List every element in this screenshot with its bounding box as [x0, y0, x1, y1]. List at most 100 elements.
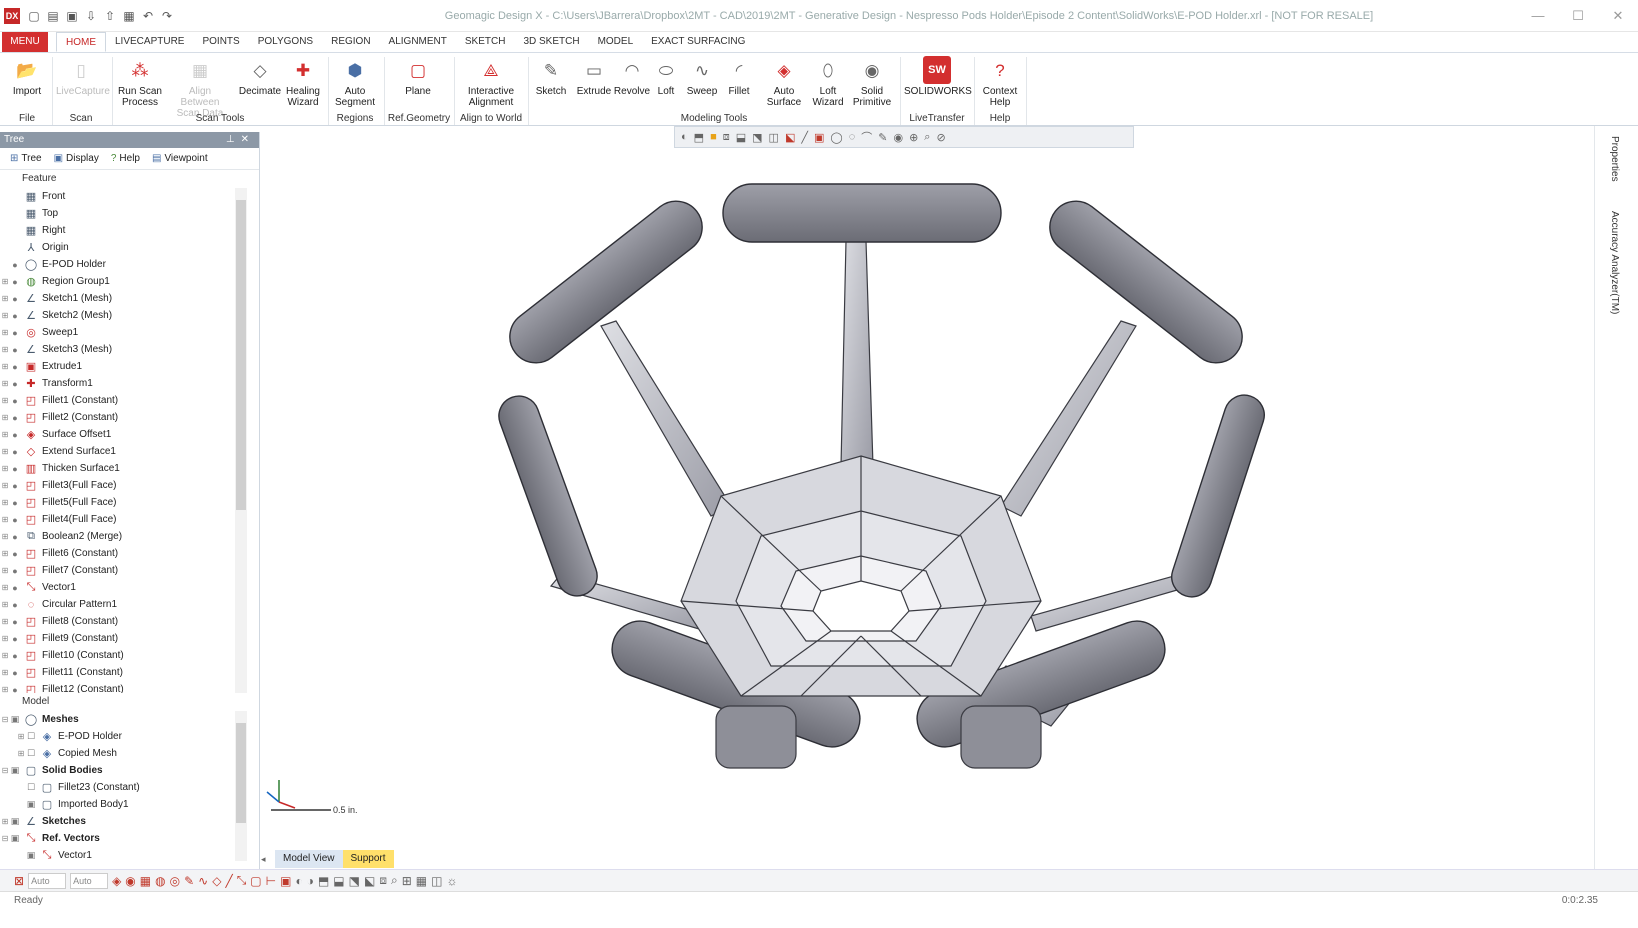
decimate-button[interactable]: ◇ Decimate [238, 56, 282, 98]
select-vertex-icon[interactable]: ◇ [212, 874, 221, 888]
run-scan-process-button[interactable]: ⁂ Run Scan Process [116, 56, 164, 109]
tree-item[interactable]: ⊞ ● ◰ Fillet5(Full Face) [0, 494, 259, 511]
tab-alignment[interactable]: ALIGNMENT [380, 32, 456, 52]
folder-icon[interactable]: ▦ [121, 8, 137, 24]
undo-icon[interactable]: ↶ [140, 8, 156, 24]
revolve-button[interactable]: ◠ Revolve [612, 56, 652, 98]
properties-tab[interactable]: Properties [1609, 136, 1620, 182]
tab-support[interactable]: Support [342, 850, 394, 868]
3d-viewport[interactable]: ◐ ⬒ ■ ⧈ ⬓ ⬔ ◫ ⬕ ╱ ▣ ◯ ◌ ⌒ ✎ ◉ ⊕ ⌕ ⊘ 0.5 … [261, 126, 1594, 869]
subtab-display[interactable]: ▣ Display [48, 153, 105, 164]
view-right-icon[interactable]: ⬓ [333, 874, 344, 888]
lighting-icon[interactable]: ☼ [446, 874, 457, 888]
filter-select-1[interactable]: Auto [28, 872, 67, 889]
selection-mode-icon[interactable]: ⊠ [14, 874, 24, 888]
tree-item[interactable]: ⊞ ● ⤡ Vector1 [0, 579, 259, 596]
app-logo[interactable]: DX [4, 8, 20, 24]
tree-item[interactable]: ▦ Front [0, 188, 259, 205]
view-front-icon[interactable]: ◐ [295, 874, 302, 888]
tab-livecapture[interactable]: LIVECAPTURE [106, 32, 193, 52]
tree-item[interactable]: ⊞ ● ◌ Circular Pattern1 [0, 596, 259, 613]
view-top-icon[interactable]: ⬔ [349, 874, 360, 888]
tree-item[interactable]: ⊞ ● ◰ Fillet4(Full Face) [0, 511, 259, 528]
select-point-icon[interactable]: ◍ [155, 874, 165, 888]
subtab-viewpoint[interactable]: ▤ Viewpoint [146, 153, 214, 164]
tree-item[interactable]: ⊞ ● ∠ Sketch2 (Mesh) [0, 307, 259, 324]
tree-item[interactable]: ⊞ ● ◰ Fillet1 (Constant) [0, 392, 259, 409]
tab-home[interactable]: HOME [56, 32, 106, 52]
livecapture-button[interactable]: ▯ LiveCapture [56, 56, 110, 98]
tree-item[interactable]: ⊞ ☐ ◈ E-POD Holder [0, 728, 259, 745]
tab-model-view[interactable]: Model View [275, 850, 343, 868]
tab-region[interactable]: REGION [322, 32, 379, 52]
tab-model[interactable]: MODEL [589, 32, 643, 52]
tree-item[interactable]: ● ◯ E-POD Holder [0, 256, 259, 273]
tab-3d-sketch[interactable]: 3D SKETCH [514, 32, 588, 52]
tree-item[interactable]: ⊞ ● ◰ Fillet9 (Constant) [0, 630, 259, 647]
select-vector-icon[interactable]: ⤡ [237, 873, 247, 888]
new-file-icon[interactable]: ▢ [26, 8, 42, 24]
view-back-icon[interactable]: ◑ [307, 874, 314, 888]
tab-polygons[interactable]: POLYGONS [249, 32, 322, 52]
panel-close-icon[interactable]: ✕ [241, 134, 255, 145]
redo-icon[interactable]: ↷ [159, 8, 175, 24]
display-icon[interactable]: ◫ [431, 874, 442, 888]
tab-scroll-left-icon[interactable]: ◂ [261, 854, 275, 865]
zoom-fit-icon[interactable]: ⌕ [391, 873, 398, 888]
tree-item[interactable]: ⊞ ● ◰ Fillet3(Full Face) [0, 477, 259, 494]
tree-item[interactable]: ⊞ ● ◍ Region Group1 [0, 273, 259, 290]
model-render[interactable]: 0.5 in. [261, 126, 1594, 869]
tree-item[interactable]: ⊞ ☐ ◈ Copied Mesh [0, 745, 259, 762]
tree-item[interactable]: ⊞ ● ◰ Fillet2 (Constant) [0, 409, 259, 426]
close-icon[interactable]: ✕ [1598, 0, 1638, 32]
tree-item[interactable]: ⊞ ● ◈ Surface Offset1 [0, 426, 259, 443]
measure-icon[interactable]: ⊞ [402, 874, 412, 888]
sketch-button[interactable]: ✎ Sketch [532, 56, 570, 98]
view-bottom-icon[interactable]: ⬕ [364, 874, 375, 888]
interactive-alignment-button[interactable]: ⟁ Interactive Alignment [458, 56, 524, 109]
tree-item[interactable]: ⊟ ▣ ⤡ Ref. Vectors [0, 830, 259, 847]
tree-item[interactable]: ⊞ ● ◰ Fillet12 (Constant) [0, 681, 259, 693]
select-sketch-icon[interactable]: ✎ [184, 874, 194, 888]
tree-item[interactable]: ⊞ ● ◎ Sweep1 [0, 324, 259, 341]
tree-item[interactable]: ☐ ▢ Fillet23 (Constant) [0, 779, 259, 796]
tree-item[interactable]: ⊞ ● ∠ Sketch1 (Mesh) [0, 290, 259, 307]
tree-item[interactable]: ⊞ ● ◇ Extend Surface1 [0, 443, 259, 460]
tree-item[interactable]: ⊞ ● ◰ Fillet11 (Constant) [0, 664, 259, 681]
select-axis-icon[interactable]: ⊢ [266, 874, 276, 888]
tree-item[interactable]: ▦ Right [0, 222, 259, 239]
tree-item[interactable]: ⊟ ▣ ◯ Meshes [0, 711, 259, 728]
sweep-button[interactable]: ∿ Sweep [684, 56, 720, 98]
tree-item[interactable]: ⅄ Origin [0, 239, 259, 256]
filter-select-2[interactable]: Auto [70, 872, 109, 889]
tab-sketch[interactable]: SKETCH [456, 32, 515, 52]
tree-item[interactable]: ⊞ ▣ ∠ Sketches [0, 813, 259, 830]
tree-item[interactable]: ▣ ▢ Imported Body1 [0, 796, 259, 813]
maximize-icon[interactable]: ☐ [1558, 0, 1598, 32]
menu-button[interactable]: MENU [2, 32, 48, 52]
subtab-tree[interactable]: ⊞ Tree [4, 153, 48, 164]
select-face-icon[interactable]: ◈ [112, 874, 121, 888]
save-icon[interactable]: ▣ [64, 8, 80, 24]
select-mesh-icon[interactable]: ▦ [140, 874, 151, 888]
feature-scrollbar[interactable] [235, 188, 247, 693]
import-button[interactable]: 📂 Import [8, 56, 46, 98]
tree-item[interactable]: ⊞ ● ◰ Fillet8 (Constant) [0, 613, 259, 630]
tree-item[interactable]: ⊞ ● ▥ Thicken Surface1 [0, 460, 259, 477]
select-all-icon[interactable]: ▣ [280, 874, 291, 888]
extrude-button[interactable]: ▭ Extrude [574, 56, 614, 98]
auto-surface-button[interactable]: ◈ Auto Surface [762, 56, 806, 109]
tree-item[interactable]: ⊞ ● ⧉ Boolean2 (Merge) [0, 528, 259, 545]
context-help-button[interactable]: ? Context Help [978, 56, 1022, 109]
select-body-icon[interactable]: ◉ [125, 874, 135, 888]
tree-item[interactable]: ▣ ⤡ Vector1 [0, 847, 259, 861]
solid-primitive-button[interactable]: ◉ Solid Primitive [850, 56, 894, 109]
import-icon[interactable]: ⇩ [83, 8, 99, 24]
tree-item[interactable]: ⊞ ● ▣ Extrude1 [0, 358, 259, 375]
subtab-help[interactable]: ? Help [105, 153, 146, 164]
view-iso-icon[interactable]: ⧈ [379, 873, 387, 888]
view-left-icon[interactable]: ⬒ [318, 874, 329, 888]
plane-button[interactable]: ▢ Plane [398, 56, 438, 98]
select-curve-icon[interactable]: ∿ [198, 874, 208, 888]
pin-icon[interactable]: ⊥ [226, 134, 241, 145]
